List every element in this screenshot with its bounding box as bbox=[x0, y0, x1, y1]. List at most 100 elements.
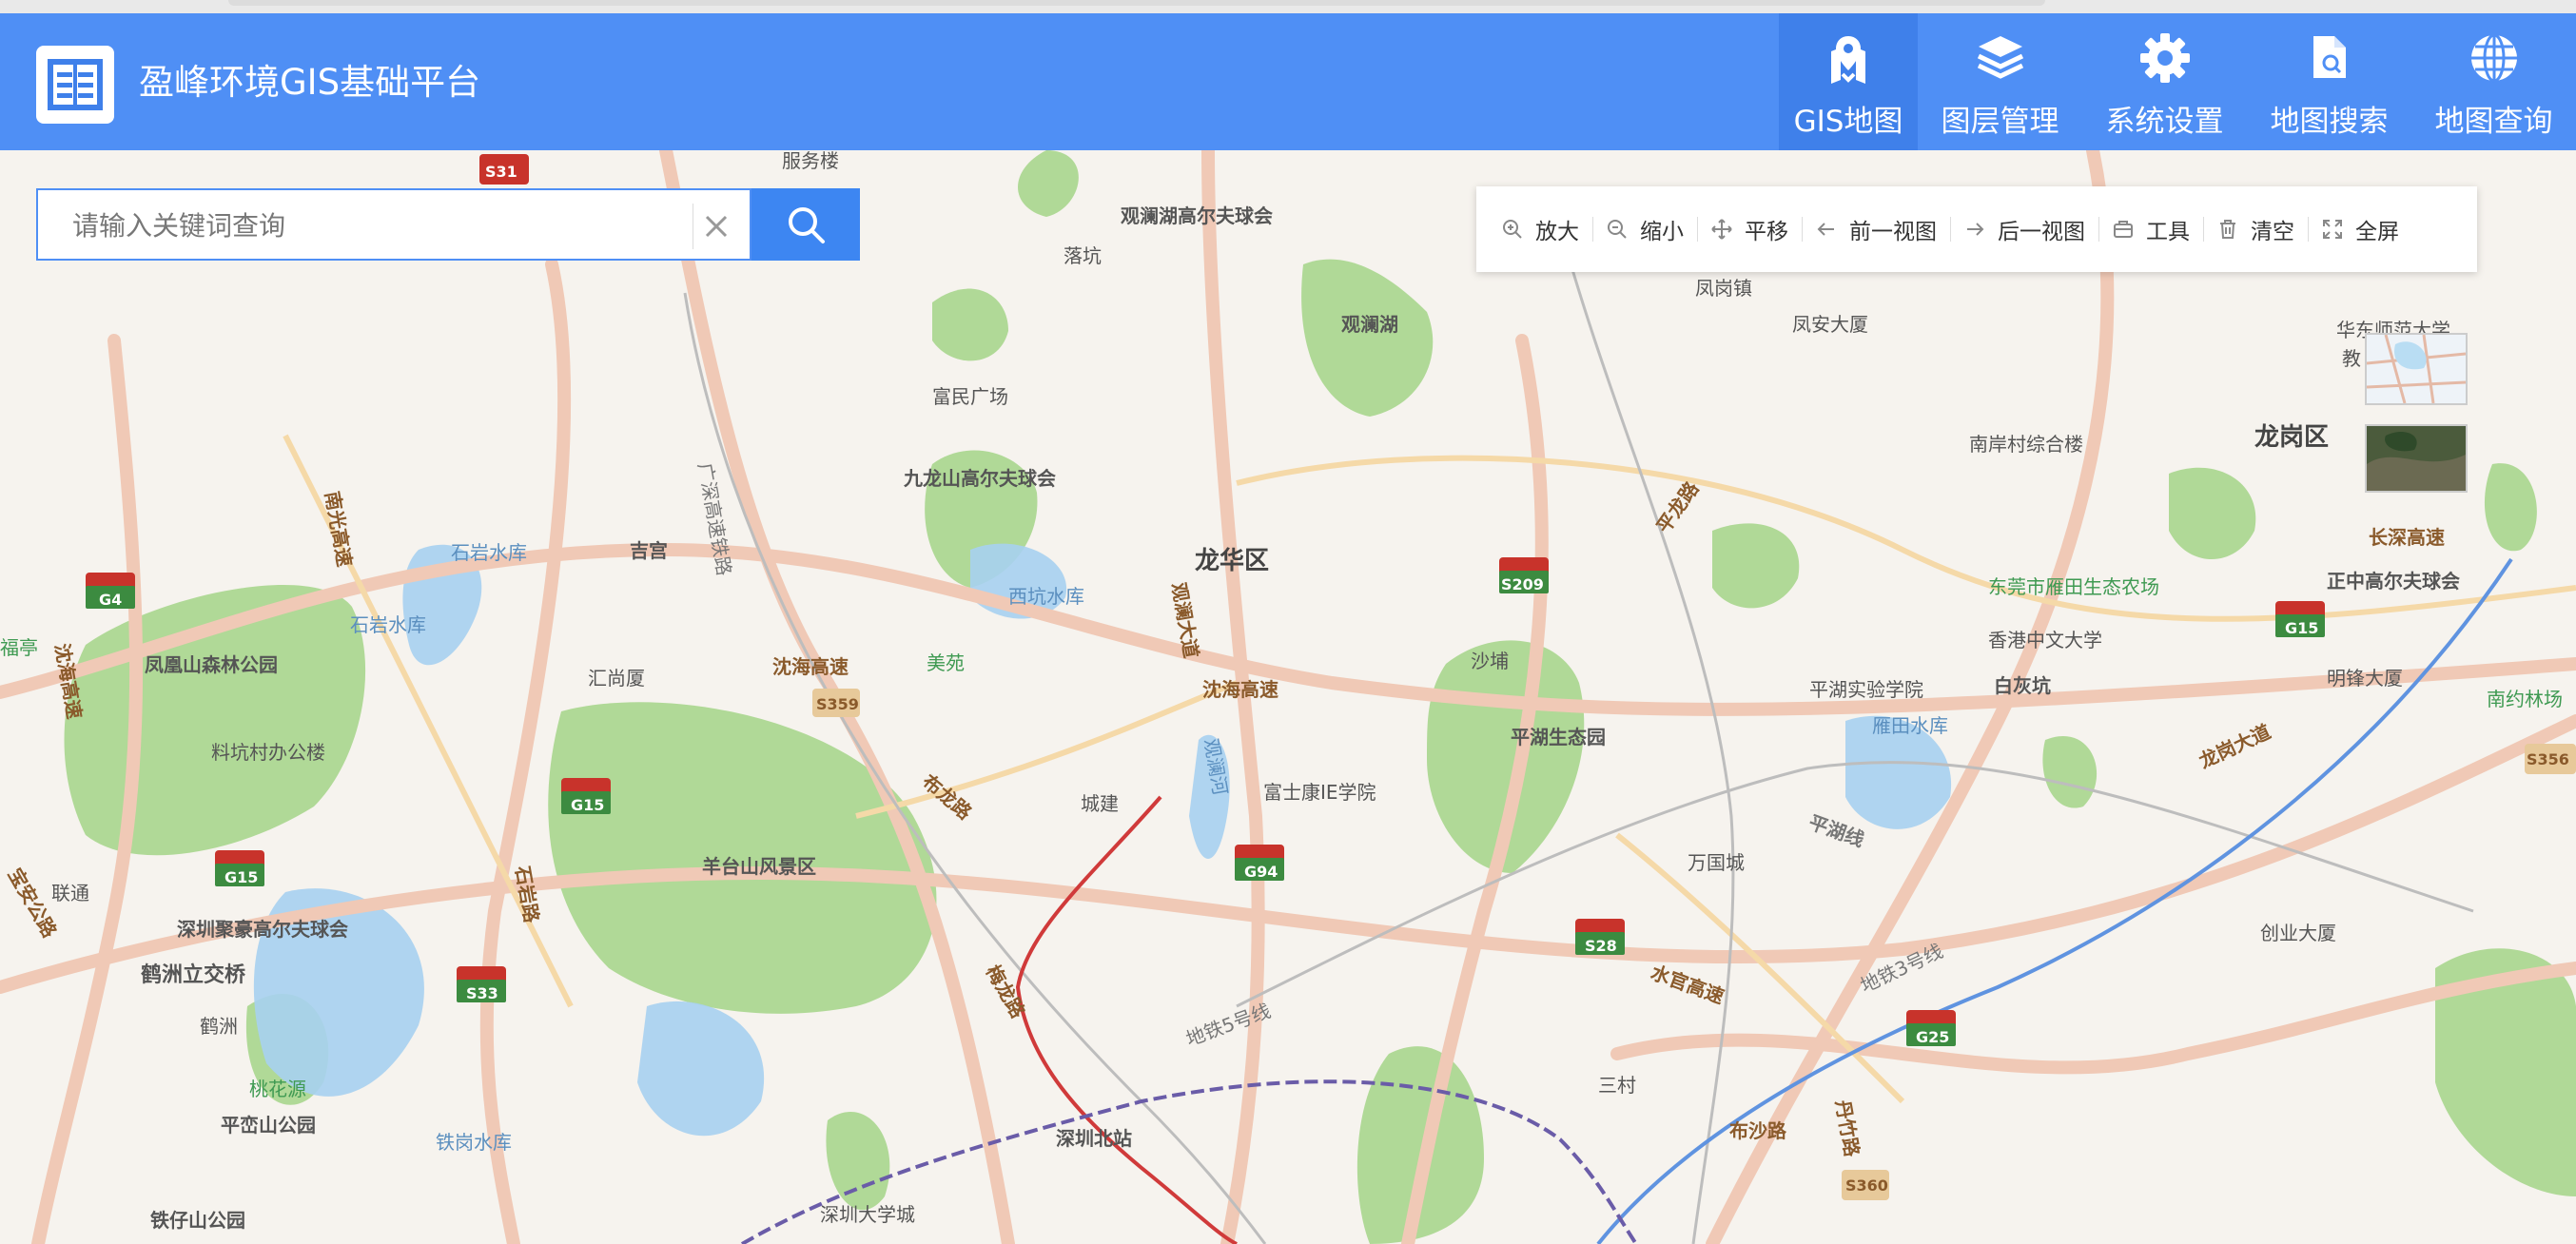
svg-text:G4: G4 bbox=[99, 591, 122, 609]
map-label-place: 城建 bbox=[1081, 792, 1119, 815]
map-label-place: 凤岗镇 bbox=[1695, 277, 1752, 300]
basemap-vector-thumbnail[interactable] bbox=[2365, 333, 2468, 405]
clear-icon[interactable] bbox=[693, 204, 739, 249]
nav-label: GIS地图 bbox=[1793, 105, 1903, 139]
map-label-place: 沙埔 bbox=[1471, 650, 1509, 672]
map-label-place: 正中高尔夫球会 bbox=[2327, 570, 2460, 593]
map-label-place: 平湖实验学院 bbox=[1809, 678, 1923, 701]
nav-layer-management[interactable]: 图层管理 bbox=[1918, 13, 2082, 150]
map-pin-icon bbox=[1824, 32, 1873, 89]
tool-label: 清空 bbox=[2251, 220, 2294, 244]
svg-text:S33: S33 bbox=[466, 984, 498, 1002]
toolbox-icon bbox=[2114, 221, 2133, 238]
map-tiles: 龙华区 龙岗区 观澜湖高尔夫球会 落坑 观澜湖 凤岗镇 凤安大厦 富民广场 九龙… bbox=[0, 150, 2576, 1244]
zoom-in-button[interactable]: 放大 bbox=[1488, 186, 1592, 272]
svg-text:S31: S31 bbox=[485, 163, 517, 181]
road-shield: G15 bbox=[561, 778, 611, 814]
map-label-place: 东莞市雁田生态农场 bbox=[1988, 575, 2159, 598]
svg-text:S356: S356 bbox=[2527, 750, 2569, 768]
search-bar bbox=[36, 188, 860, 262]
road-shield: G25 bbox=[1906, 1010, 1956, 1046]
map-canvas[interactable]: 龙华区 龙岗区 观澜湖高尔夫球会 落坑 观澜湖 凤岗镇 凤安大厦 富民广场 九龙… bbox=[0, 150, 2576, 1244]
tool-label: 放大 bbox=[1535, 220, 1579, 244]
fullscreen-button[interactable]: 全屏 bbox=[2308, 186, 2412, 272]
map-label-place: 观澜湖高尔夫球会 bbox=[1121, 204, 1273, 227]
map-label-place: 羊台山风景区 bbox=[702, 855, 816, 878]
road-shield: S359 bbox=[812, 689, 860, 717]
map-label-place: 平湖生态园 bbox=[1511, 726, 1606, 748]
trash-icon bbox=[2220, 220, 2235, 239]
basemap-satellite-thumbnail[interactable] bbox=[2365, 424, 2468, 493]
svg-text:G15: G15 bbox=[571, 796, 604, 814]
map-label-district: 龙岗区 bbox=[2254, 423, 2329, 452]
road-shield: G15 bbox=[215, 850, 264, 886]
previous-view-button[interactable]: 前一视图 bbox=[1802, 186, 1950, 272]
basemap-switcher bbox=[2365, 333, 2468, 493]
road-shield: G94 bbox=[1235, 845, 1284, 881]
svg-text:S360: S360 bbox=[1845, 1176, 1888, 1195]
map-label-place: 白灰坑 bbox=[1994, 674, 2051, 697]
nav-map-search[interactable]: 地图搜索 bbox=[2247, 13, 2411, 150]
tool-label: 全屏 bbox=[2355, 220, 2399, 244]
map-label-place: 吉宫 bbox=[630, 539, 668, 562]
nav-map-query[interactable]: 地图查询 bbox=[2411, 13, 2576, 150]
map-label-place: 南约林场 bbox=[2487, 688, 2563, 710]
map-label-place: 凤安大厦 bbox=[1792, 313, 1868, 336]
map-label-place: 落坑 bbox=[1064, 244, 1102, 267]
map-label-water: 铁岗水库 bbox=[436, 1131, 512, 1154]
map-label-place: 铁仔山公园 bbox=[150, 1209, 245, 1232]
zoom-in-icon bbox=[1503, 220, 1522, 239]
map-label-water: 雁田水库 bbox=[1872, 714, 1948, 737]
map-label-place: 香港中文大学 bbox=[1988, 629, 2102, 651]
svg-text:S28: S28 bbox=[1585, 937, 1617, 955]
zoom-out-icon bbox=[1608, 220, 1627, 239]
next-view-button[interactable]: 后一视图 bbox=[1950, 186, 2098, 272]
map-label-place: 联通 bbox=[51, 882, 89, 904]
tool-label: 工具 bbox=[2146, 220, 2190, 244]
map-label-place: 创业大厦 bbox=[2260, 922, 2336, 944]
clear-button[interactable]: 清空 bbox=[2203, 186, 2308, 272]
map-label-place: 福亭 bbox=[0, 636, 38, 659]
zoom-out-button[interactable]: 缩小 bbox=[1592, 186, 1697, 272]
svg-text:G15: G15 bbox=[224, 868, 258, 886]
document-search-icon bbox=[2308, 32, 2352, 86]
road-shield: S356 bbox=[2525, 744, 2576, 774]
road-shield: S33 bbox=[457, 966, 506, 1002]
road-shield: G4 bbox=[86, 573, 135, 609]
map-label-road: 长深高速 bbox=[2369, 526, 2445, 549]
tool-label: 后一视图 bbox=[1998, 220, 2085, 244]
road-shield: S28 bbox=[1575, 919, 1625, 955]
globe-icon bbox=[2469, 32, 2520, 87]
search-button[interactable] bbox=[751, 188, 860, 261]
nav-label: 图层管理 bbox=[1941, 105, 2059, 139]
road-shield: S360 bbox=[1842, 1170, 1889, 1200]
map-label-place: 观澜湖 bbox=[1341, 313, 1398, 336]
map-label-water: 西坑水库 bbox=[1008, 585, 1084, 608]
map-label-road: 布沙路 bbox=[1729, 1119, 1787, 1142]
tool-label: 前一视图 bbox=[1849, 220, 1937, 244]
map-label-place: 九龙山高尔夫球会 bbox=[903, 467, 1056, 490]
map-label-place: 汇尚厦 bbox=[588, 667, 645, 690]
map-label-place: 明锋大厦 bbox=[2327, 667, 2403, 690]
map-label-place: 凤凰山森林公园 bbox=[145, 653, 278, 676]
map-label-road: 沈海高速 bbox=[1202, 678, 1278, 701]
map-label-place: 三村 bbox=[1598, 1074, 1636, 1097]
nav-system-settings[interactable]: 系统设置 bbox=[2082, 13, 2247, 150]
arrow-left-icon bbox=[1817, 223, 1834, 236]
tool-label: 平移 bbox=[1745, 220, 1788, 244]
map-label-place: 南岸村综合楼 bbox=[1969, 433, 2083, 456]
road-shield: G15 bbox=[2275, 601, 2325, 637]
map-label-water: 石岩水库 bbox=[451, 541, 527, 564]
road-shield: S31 bbox=[479, 154, 529, 185]
map-label-place: 美苑 bbox=[927, 651, 965, 674]
road-shield: S209 bbox=[1499, 557, 1549, 593]
map-toolbar: 放大 缩小 平移 前一视图 后一视图 工具 清空 全屏 bbox=[1476, 186, 2477, 272]
svg-text:G25: G25 bbox=[1916, 1028, 1949, 1046]
pan-button[interactable]: 平移 bbox=[1697, 186, 1802, 272]
search-input[interactable] bbox=[70, 202, 683, 249]
main-nav: GIS地图 图层管理 系统设置 地图搜索 地图查询 bbox=[1779, 13, 2576, 150]
nav-gis-map[interactable]: GIS地图 bbox=[1779, 13, 1918, 150]
tools-button[interactable]: 工具 bbox=[2098, 186, 2203, 272]
map-label-place: 桃花源 bbox=[249, 1078, 306, 1100]
app-logo bbox=[36, 46, 114, 124]
